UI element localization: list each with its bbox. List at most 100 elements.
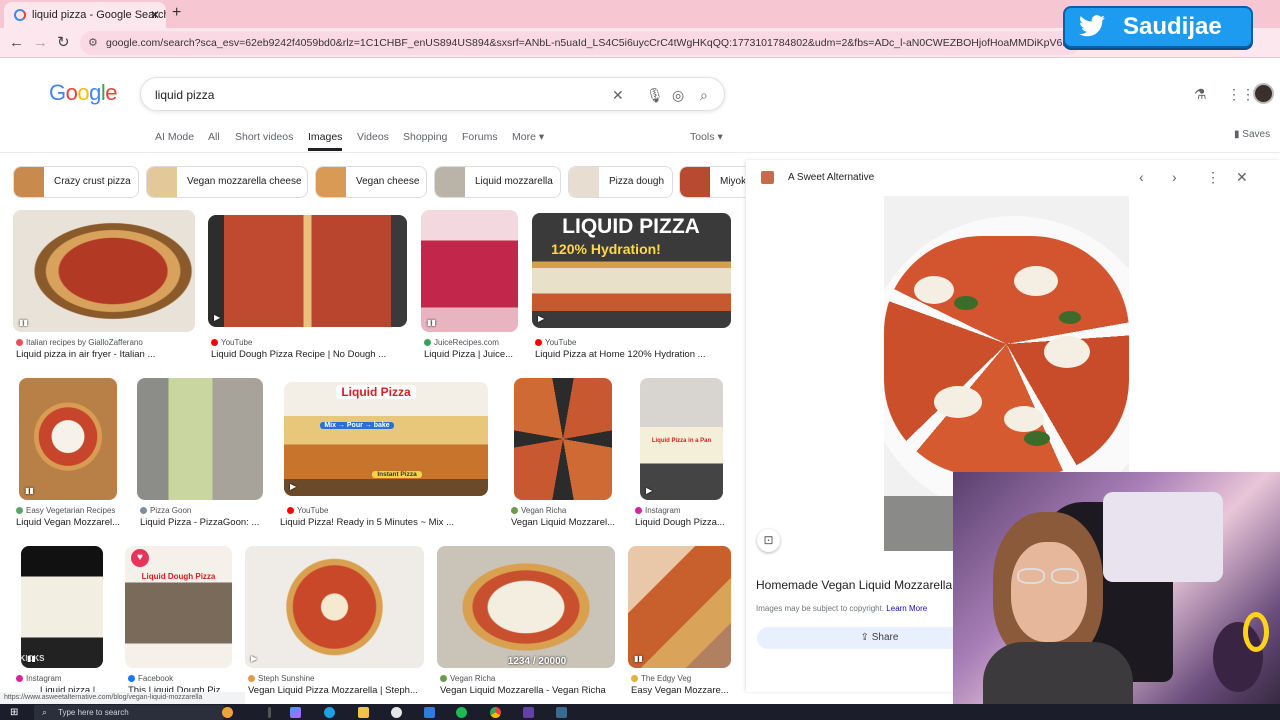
thumbnail-overlay-text: 1234 / 20000 [507,656,567,667]
result-source[interactable]: Easy Vegetarian Recipes [16,506,121,515]
next-result-icon[interactable]: › [1172,169,1177,185]
result-source[interactable]: Facebook [128,674,233,683]
result-source[interactable]: Italian recipes by GialloZafferano [16,338,196,347]
result-source[interactable]: Pizza Goon [140,506,265,515]
chip-crazy-crust-pizza[interactable]: Crazy crust pizza [13,166,139,198]
site-info-icon[interactable]: ⚙ [88,31,98,55]
chip-vegan-cheese[interactable]: Vegan cheese [315,166,427,198]
chip-miyok[interactable]: Miyok [679,166,745,198]
result-image[interactable]: KICKS ▮▮ [21,546,103,668]
browser-tab[interactable]: liquid pizza - Google Search ✕ [4,2,166,28]
result-source[interactable]: JuiceRecipes.com [424,338,519,347]
new-tab-icon[interactable]: + [172,4,181,22]
account-avatar[interactable] [1253,83,1274,104]
result-source[interactable]: YouTube [535,338,730,347]
voice-search-icon[interactable]: 🎙 [646,86,664,104]
chip-pizza-dough[interactable]: Pizza dough [568,166,673,198]
file-explorer-icon[interactable] [358,707,369,718]
edge-browser-icon[interactable] [324,707,335,718]
preview-title[interactable]: Homemade Vegan Liquid Mozzarella [756,578,952,592]
fox-app-icon[interactable] [222,707,233,718]
result-title[interactable]: Vegan Liquid Mozzarella - Vegan Richa [440,685,615,696]
result-source[interactable]: Vegan Richa [440,674,615,683]
chip-thumbnail [316,167,346,197]
result-image[interactable]: Liquid Dough Pizza ♥ [125,546,232,668]
visual-search-icon[interactable]: ⊡ [757,529,780,552]
url-field[interactable]: ⚙ google.com/search?sca_esv=62eb9242f405… [80,31,1080,55]
result-image[interactable]: ▮▮ [13,210,195,332]
steam-icon[interactable] [556,707,567,718]
result-image[interactable]: Liquid Pizza Mix → Pour → bake Instant P… [284,382,488,496]
apps-grid-icon[interactable]: ⋮⋮ [1227,86,1255,103]
result-image[interactable]: ▮▮ [628,546,731,668]
close-tab-icon[interactable]: ✕ [150,2,160,28]
result-title[interactable]: Easy Vegan Mozzare... [631,685,731,696]
learn-more-link[interactable]: Learn More [886,604,927,613]
result-image[interactable]: 1234 / 20000 [437,546,615,668]
app-icon[interactable] [391,707,402,718]
twitch-icon[interactable] [523,707,534,718]
tab-all[interactable]: All [208,131,220,143]
result-title[interactable]: Liquid Dough Pizza Recipe | No Dough ... [211,349,406,360]
reload-icon[interactable]: ↻ [57,34,70,52]
result-source[interactable]: Vegan Richa [511,506,616,515]
result-title[interactable]: Liquid Pizza! Ready in 5 Minutes ~ Mix .… [280,517,490,528]
result-image[interactable]: Liquid Pizza in a Pan ▶ [640,378,723,500]
previous-result-icon[interactable]: ‹ [1139,169,1144,185]
source-favicon-icon [511,507,518,514]
result-source[interactable]: Steph Sunshine [248,674,423,683]
labs-flask-icon[interactable]: ⚗ [1194,86,1207,103]
result-image[interactable]: ▶ [208,215,407,327]
forward-arrow-icon[interactable]: → [33,34,48,52]
result-source[interactable]: The Edgy Veg [631,674,731,683]
google-logo[interactable]: Google [49,80,118,106]
result-title[interactable]: Liquid Pizza | Juice... [424,349,519,360]
result-title[interactable]: Liquid Pizza - PizzaGoon: ... [140,517,265,528]
clear-search-icon[interactable]: ✕ [612,86,624,104]
lens-search-icon[interactable]: ◎ [672,86,684,104]
result-title[interactable]: Vegan Liquid Mozzarel... [511,517,616,528]
chip-liquid-mozzarella[interactable]: Liquid mozzarella [434,166,561,198]
result-image[interactable]: ▶ [245,546,424,668]
spotify-icon[interactable] [456,707,467,718]
thumbnail-overlay-text: Liquid Pizza [336,385,416,399]
result-title[interactable]: Liquid Dough Pizza... [635,517,730,528]
tab-ai-mode[interactable]: AI Mode [155,131,194,143]
result-source[interactable]: Instagram [635,506,730,515]
tab-more[interactable]: More ▾ [512,131,544,143]
tab-shopping[interactable]: Shopping [403,131,447,143]
more-options-icon[interactable]: ⋮ [1206,169,1220,186]
result-title[interactable]: Liquid Vegan Mozzarel... [16,517,121,528]
search-icon[interactable]: ⌕ [700,86,708,104]
task-view-icon[interactable] [268,707,271,718]
tab-forums[interactable]: Forums [462,131,498,143]
windows-start-icon[interactable]: ⊞ [10,707,21,718]
result-image[interactable]: LIQUID PIZZA 120% Hydration! ▶ [532,213,731,328]
tab-videos[interactable]: Videos [357,131,389,143]
copilot-icon[interactable] [290,707,301,718]
header-divider [0,152,1280,153]
close-panel-icon[interactable]: ✕ [1236,169,1248,186]
result-title[interactable]: Liquid pizza in air fryer - Italian ... [16,349,196,360]
back-arrow-icon[interactable]: ← [9,34,24,52]
result-image[interactable]: ▮▮ [421,210,518,332]
result-source[interactable]: YouTube [287,506,487,515]
mail-icon[interactable] [424,707,435,718]
chrome-icon[interactable] [490,707,501,718]
taskbar-search-field[interactable]: ⌕ Type here to search [34,705,224,720]
preview-site-name[interactable]: A Sweet Alternative [788,172,874,183]
chip-vegan-mozzarella-cheese[interactable]: Vegan mozzarella cheese [146,166,308,198]
result-title[interactable]: Vegan Liquid Pizza Mozzarella | Steph... [248,685,426,696]
result-image[interactable] [514,378,612,500]
result-source[interactable]: Instagram [16,674,106,683]
tab-short-videos[interactable]: Short videos [235,131,293,143]
result-source[interactable]: YouTube [211,338,406,347]
result-image[interactable] [137,378,263,500]
search-input[interactable] [155,85,575,105]
instagram-icon [635,507,642,514]
saves-button[interactable]: ▮ Saves [1234,129,1270,140]
result-title[interactable]: Liquid Pizza at Home 120% Hydration ... [535,349,730,360]
result-image[interactable]: ▮▮ [19,378,117,500]
tools-button[interactable]: Tools ▾ [690,131,723,143]
tab-images[interactable]: Images [308,131,343,151]
